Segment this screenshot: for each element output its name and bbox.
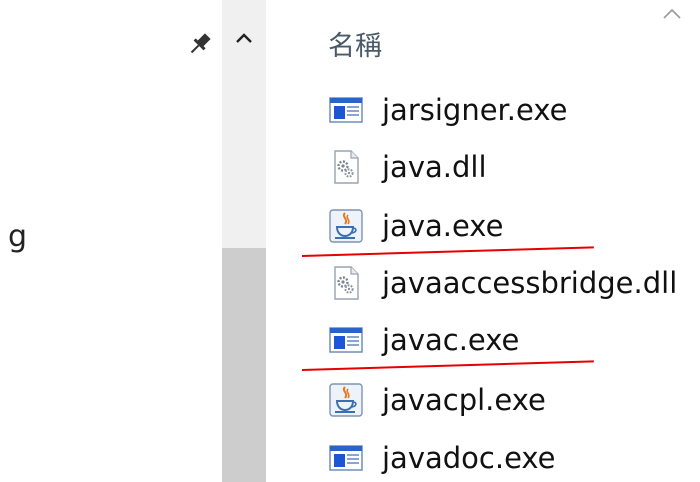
nav-pane-scrollbar[interactable] <box>222 0 266 482</box>
file-row[interactable]: javaaccessbridge.dll <box>328 261 677 305</box>
exe-window-icon <box>328 440 364 476</box>
file-list-pane: 名稱 jarsigner.exe java.dll java.exe javaacce… <box>274 0 700 482</box>
file-row[interactable]: java.exe <box>328 204 503 248</box>
file-row[interactable]: javacpl.exe <box>328 378 546 422</box>
file-name: jarsigner.exe <box>382 93 568 127</box>
pane-divider[interactable] <box>266 0 274 482</box>
file-row[interactable]: java.dll <box>328 145 487 189</box>
exe-window-icon <box>328 92 364 128</box>
scroll-up-button[interactable] <box>222 20 266 56</box>
file-name: javac.exe <box>382 323 520 357</box>
exe-window-icon <box>328 322 364 358</box>
file-name: javadoc.exe <box>382 441 556 475</box>
file-row[interactable]: jarsigner.exe <box>328 88 567 132</box>
java-cup-icon <box>328 382 364 418</box>
file-name: javaaccessbridge.dll <box>382 266 678 300</box>
file-row[interactable]: javac.exe <box>328 318 519 362</box>
pin-icon[interactable] <box>186 30 214 58</box>
java-cup-icon <box>328 208 364 244</box>
nav-item-clipped-text[interactable]: g <box>8 222 27 252</box>
file-name: javacpl.exe <box>382 383 546 417</box>
dll-gear-icon <box>328 149 364 185</box>
chevron-up-icon <box>236 33 252 43</box>
scroll-thumb[interactable] <box>222 248 266 482</box>
dll-gear-icon <box>328 265 364 301</box>
sort-ascending-icon <box>660 6 684 22</box>
file-name: java.dll <box>382 150 487 184</box>
navigation-pane: g <box>0 0 222 482</box>
file-row[interactable]: javadoc.exe <box>328 436 556 480</box>
file-name: java.exe <box>382 209 504 243</box>
column-header-name[interactable]: 名稱 <box>328 24 382 63</box>
